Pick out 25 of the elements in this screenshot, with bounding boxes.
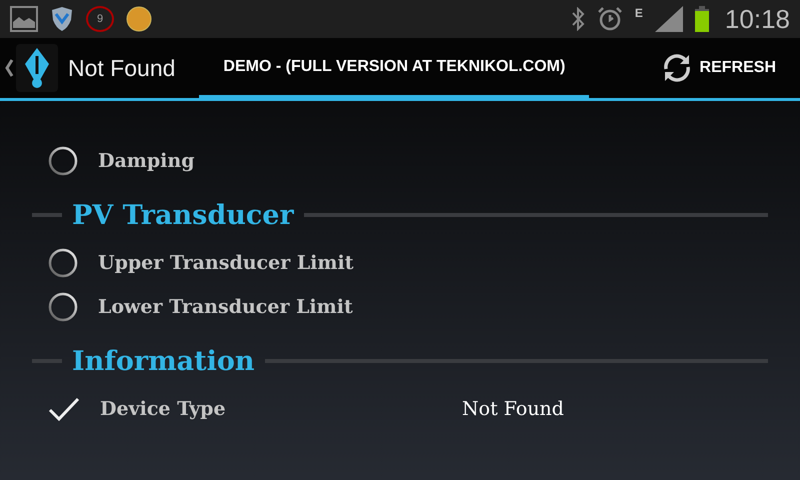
refresh-button[interactable]: REFRESH [654,38,782,98]
pen-nib-logo-icon[interactable] [16,44,58,92]
shield-icon [50,6,74,32]
section-header: PV Transducer [71,200,295,230]
image-icon [10,6,38,32]
app-title: Not Found [68,54,176,82]
clock-time: 10:18 [724,4,790,34]
setting-label: Lower Transducer Limit [98,296,354,318]
loading-spinner-icon [48,248,78,278]
setting-label: Damping [98,150,196,172]
alarm-clock-icon [596,6,623,32]
section-header: Information [71,346,256,376]
setting-label: Device Type [100,398,227,420]
bluetooth-icon [570,7,585,31]
sun-icon [126,6,152,32]
setting-value: Not Found [462,398,564,420]
loading-spinner-icon [48,292,78,322]
checkmark-icon [48,396,80,422]
back-chevron-icon[interactable] [4,58,14,78]
loading-spinner-icon [48,146,78,176]
setting-label: Upper Transducer Limit [98,252,354,274]
network-type: E [634,6,643,20]
alarm-badge: 9 [86,6,114,32]
battery-icon [694,6,709,32]
signal-icon [654,6,683,32]
